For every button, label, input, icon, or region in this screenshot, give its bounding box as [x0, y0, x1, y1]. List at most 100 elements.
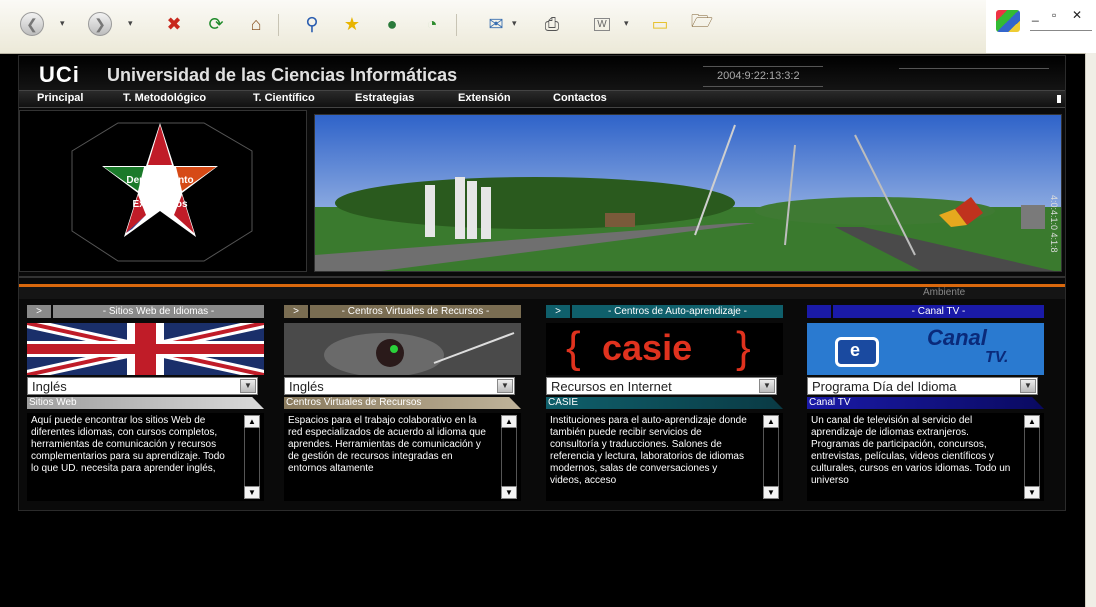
resource-select[interactable]: Recursos en Internet ▼ — [546, 377, 777, 395]
scroll-down-icon[interactable]: ▼ — [1024, 486, 1040, 499]
nav-contactos[interactable]: Contactos — [553, 92, 607, 104]
campus-render-image — [315, 115, 1061, 271]
column-description-box: Aquí puede encontrar los sitios Web de d… — [27, 413, 264, 501]
casie-logo: casie — [602, 327, 693, 368]
nav-principal[interactable]: Principal — [37, 92, 83, 104]
messenger-icon: 🗁 — [690, 11, 714, 31]
column-title: - Canal TV - — [833, 305, 1044, 318]
program-select[interactable]: Programa Día del Idioma ▼ — [807, 377, 1038, 395]
home-icon: ⌂ — [250, 13, 262, 34]
star-text-line2: Idiomas — [141, 187, 179, 198]
nav-end-marker — [1057, 95, 1061, 103]
column-description: Instituciones para el auto-aprendizaje d… — [550, 415, 747, 486]
edit-dropdown-icon[interactable]: ▾ — [624, 18, 629, 29]
nav-cientifico[interactable]: T. Científico — [253, 92, 315, 104]
column-tab[interactable]: Centros Virtuales de Recursos — [284, 397, 521, 409]
chevron-down-icon[interactable]: ▼ — [759, 379, 775, 393]
refresh-button[interactable]: ⟳ — [204, 12, 228, 36]
toolbar-separator — [278, 14, 279, 36]
casie-logo-image[interactable]: { casie } — [546, 323, 783, 375]
nav-metodologico[interactable]: T. Metodológico — [123, 92, 206, 104]
column-header: > - Centros Virtuales de Recursos - — [284, 305, 521, 319]
scroll-up-icon[interactable]: ▲ — [501, 415, 517, 428]
canal-logo: Canal — [927, 325, 987, 350]
column-tab[interactable]: CASIE — [546, 397, 783, 409]
description-scrollbar[interactable]: ▲ ▼ — [501, 415, 517, 499]
language-select[interactable]: Inglés ▼ — [27, 377, 258, 395]
messenger-button[interactable]: 🗁 — [690, 11, 714, 36]
chevron-down-icon[interactable]: ▼ — [240, 379, 256, 393]
language-select-value: Inglés — [289, 379, 324, 394]
column-arrow-button[interactable] — [807, 305, 831, 318]
website: UCi Universidad de las Ciencias Informát… — [18, 55, 1066, 511]
column-arrow-button[interactable]: > — [27, 305, 51, 318]
language-department-banner[interactable]: Departamento Idiomas Extranjeros — [19, 110, 307, 272]
back-button[interactable]: ❮ — [20, 12, 44, 36]
column-auto-aprendizaje: > - Centros de Auto-aprendizaje - { casi… — [546, 305, 783, 501]
forward-button[interactable]: ❯ — [88, 12, 112, 36]
scroll-up-icon[interactable]: ▲ — [244, 415, 260, 428]
favorites-button[interactable]: ★ — [340, 12, 364, 36]
section-divider — [19, 276, 1065, 278]
nav-extension[interactable]: Extensión — [458, 92, 511, 104]
page-scrollbar[interactable] — [1085, 53, 1096, 607]
back-dropdown-icon[interactable]: ▾ — [60, 18, 65, 29]
mail-dropdown-icon[interactable]: ▾ — [512, 18, 517, 29]
minimize-button[interactable]: _ — [1032, 8, 1039, 22]
column-header: > - Centros de Auto-aprendizaje - — [546, 305, 783, 319]
site-name: Universidad de las Ciencias Informáticas — [107, 65, 458, 85]
header-decoration — [899, 68, 1049, 69]
forward-dropdown-icon[interactable]: ▾ — [128, 18, 133, 29]
search-button[interactable]: ⚲ — [300, 12, 324, 36]
scroll-up-icon[interactable]: ▲ — [763, 415, 779, 428]
column-description-box: Instituciones para el auto-aprendizaje d… — [546, 413, 783, 501]
scroll-down-icon[interactable]: ▼ — [763, 486, 779, 499]
language-select[interactable]: Inglés ▼ — [284, 377, 515, 395]
scroll-track[interactable] — [1024, 428, 1040, 486]
history-button[interactable]: ◔ — [420, 12, 444, 36]
description-scrollbar[interactable]: ▲ ▼ — [244, 415, 260, 499]
discuss-icon: ▭ — [651, 13, 669, 34]
scroll-track[interactable] — [501, 428, 517, 486]
column-description: Espacios para el trabajo colaborativo en… — [288, 415, 486, 474]
brace-right-icon: } — [736, 323, 751, 372]
nav-estrategias[interactable]: Estrategias — [355, 92, 414, 104]
chevron-down-icon[interactable]: ▼ — [1020, 379, 1036, 393]
media-button[interactable]: ● — [380, 12, 404, 36]
column-tab[interactable]: Canal TV — [807, 397, 1044, 409]
edit-button[interactable]: W — [590, 12, 614, 36]
scroll-down-icon[interactable]: ▼ — [501, 486, 517, 499]
stop-button[interactable]: ✖ — [162, 12, 186, 36]
scroll-down-icon[interactable]: ▼ — [244, 486, 260, 499]
column-title: - Sitios Web de Idiomas - — [53, 305, 264, 318]
column-arrow-button[interactable]: > — [284, 305, 308, 318]
column-header: > - Sitios Web de Idiomas - — [27, 305, 264, 319]
brace-left-icon: { — [566, 323, 581, 372]
home-button[interactable]: ⌂ — [244, 12, 268, 36]
column-title: - Centros Virtuales de Recursos - — [310, 305, 521, 318]
search-icon: ⚲ — [305, 13, 319, 34]
close-button[interactable]: ✕ — [1072, 8, 1082, 22]
resource-select-value: Recursos en Internet — [551, 379, 672, 394]
print-button[interactable]: ⎙ — [540, 12, 564, 36]
uk-flag-image[interactable] — [27, 323, 264, 375]
star-emblem: Departamento Idiomas Extranjeros — [71, 122, 253, 262]
column-tab[interactable]: Sitios Web — [27, 397, 264, 409]
column-arrow-button[interactable]: > — [546, 305, 570, 318]
scroll-track[interactable] — [244, 428, 260, 486]
description-scrollbar[interactable]: ▲ ▼ — [1024, 415, 1040, 499]
mail-button[interactable]: ✉ — [484, 12, 508, 36]
description-scrollbar[interactable]: ▲ ▼ — [763, 415, 779, 499]
discuss-button[interactable]: ▭ — [648, 12, 672, 36]
language-select-value: Inglés — [32, 379, 67, 394]
canal-tv-logo-image[interactable]: e Canal TV. — [807, 323, 1044, 375]
restore-button[interactable]: ▫ — [1052, 8, 1056, 22]
history-icon: ◔ — [426, 13, 438, 34]
scroll-up-icon[interactable]: ▲ — [1024, 415, 1040, 428]
virtual-resources-image[interactable] — [284, 323, 521, 375]
chevron-down-icon[interactable]: ▼ — [497, 379, 513, 393]
print-icon: ⎙ — [544, 13, 560, 34]
mail-icon: ✉ — [488, 13, 504, 34]
eye-image-icon — [284, 323, 521, 375]
scroll-track[interactable] — [763, 428, 779, 486]
